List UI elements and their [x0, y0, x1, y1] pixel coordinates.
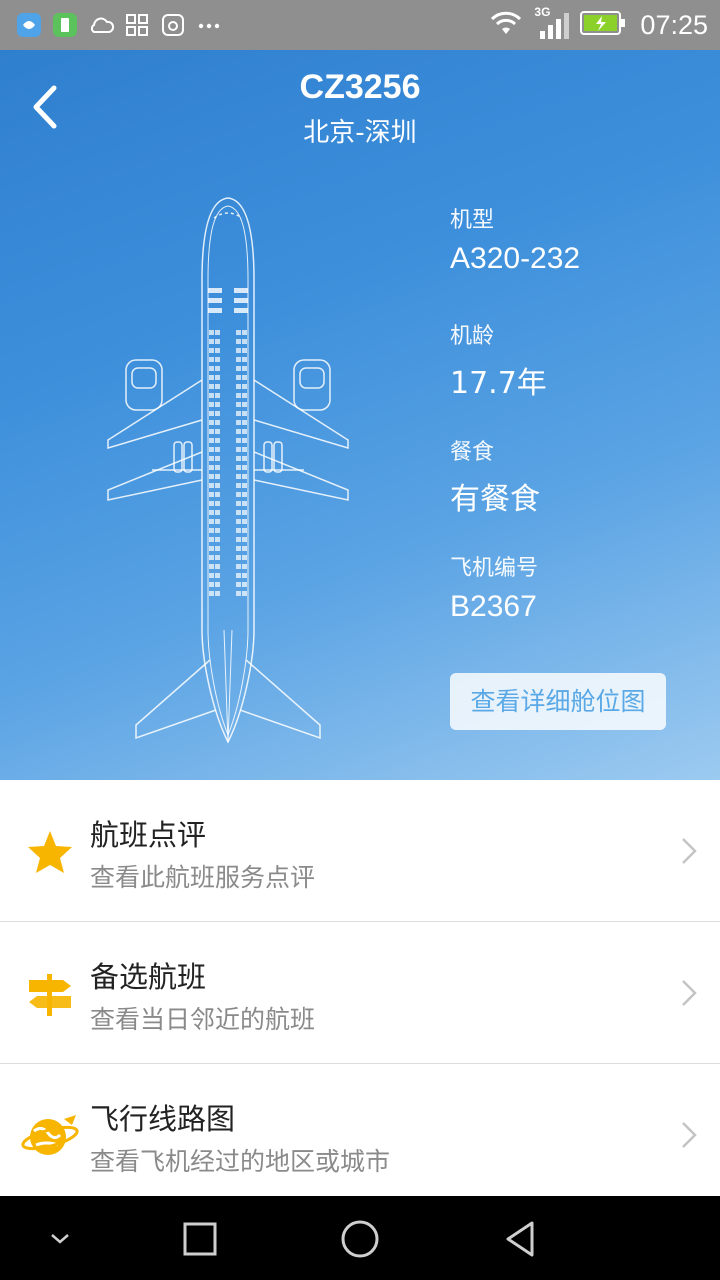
airplane-illustration — [107, 197, 349, 744]
aircraft-age-value: 17.7年 — [450, 366, 547, 401]
aircraft-age-label: 机龄 — [450, 324, 495, 349]
nav-home-button[interactable] — [335, 1214, 385, 1264]
battery-app-icon — [52, 12, 78, 38]
view-seat-map-button[interactable]: 查看详细舱位图 — [450, 673, 666, 730]
list-item-subtitle: 查看此航班服务点评 — [90, 863, 316, 892]
globe-plane-icon — [20, 1106, 80, 1166]
info-meal: 餐食 有餐食 — [450, 434, 540, 518]
app-notification-icon — [16, 12, 42, 38]
nav-recents-button[interactable] — [175, 1214, 225, 1264]
info-aircraft-age: 机龄 17.7年 — [450, 318, 547, 402]
star-icon — [20, 822, 80, 882]
flight-options-list: 航班点评 查看此航班服务点评 备选航班 查看当日邻近的航班 飞行线路图 查看飞机… — [0, 780, 720, 1206]
circle-icon — [341, 1220, 379, 1258]
weather-icon — [88, 12, 114, 38]
triangle-back-icon — [506, 1221, 534, 1257]
list-item-flight-route-map[interactable]: 飞行线路图 查看飞机经过的地区或城市 — [0, 1064, 720, 1206]
meal-value: 有餐食 — [450, 482, 540, 517]
list-item-subtitle: 查看飞机经过的地区或城市 — [90, 1147, 391, 1176]
more-dots-icon — [196, 12, 222, 38]
shield-app-icon — [160, 12, 186, 38]
list-item-subtitle: 查看当日邻近的航班 — [90, 1005, 316, 1034]
chevron-right-icon — [682, 1122, 697, 1148]
nav-back-button[interactable] — [495, 1214, 545, 1264]
status-bar: 3G 07:25 — [0, 0, 720, 50]
list-item-flight-review[interactable]: 航班点评 查看此航班服务点评 — [0, 780, 720, 922]
route: 北京-深圳 — [303, 118, 417, 148]
wifi-icon — [488, 9, 524, 41]
clock: 07:25 — [640, 9, 708, 40]
chevron-down-icon — [51, 1234, 69, 1244]
registration-label: 飞机编号 — [450, 556, 539, 581]
registration-value: B2367 — [450, 590, 537, 623]
signpost-icon — [20, 964, 80, 1024]
status-right-icons: 3G 07:25 — [488, 5, 708, 42]
chevron-right-icon — [682, 980, 697, 1006]
list-item-title: 航班点评 — [90, 818, 207, 852]
flight-number: CZ3256 — [299, 68, 421, 106]
meal-label: 餐食 — [450, 440, 495, 465]
aircraft-type-label: 机型 — [450, 208, 495, 233]
list-item-title: 备选航班 — [90, 960, 207, 994]
aircraft-type-value: A320-232 — [450, 242, 581, 275]
status-left-icons — [16, 10, 222, 40]
info-aircraft-type: 机型 A320-232 — [450, 202, 580, 276]
battery-charging-icon — [580, 10, 626, 40]
info-registration: 飞机编号 B2367 — [450, 550, 538, 624]
square-icon — [183, 1222, 217, 1256]
nav-hide-button[interactable] — [35, 1214, 85, 1264]
grid-icon — [124, 12, 150, 38]
list-item-alternative-flights[interactable]: 备选航班 查看当日邻近的航班 — [0, 922, 720, 1064]
system-navigation-bar — [0, 1196, 720, 1280]
flight-header: CZ3256 北京-深圳 机型 A320-232 机龄 17.7年 餐食 有餐食… — [0, 50, 720, 780]
list-item-title: 飞行线路图 — [90, 1102, 236, 1136]
chevron-right-icon — [682, 838, 697, 864]
signal-icon: 3G — [534, 5, 570, 41]
